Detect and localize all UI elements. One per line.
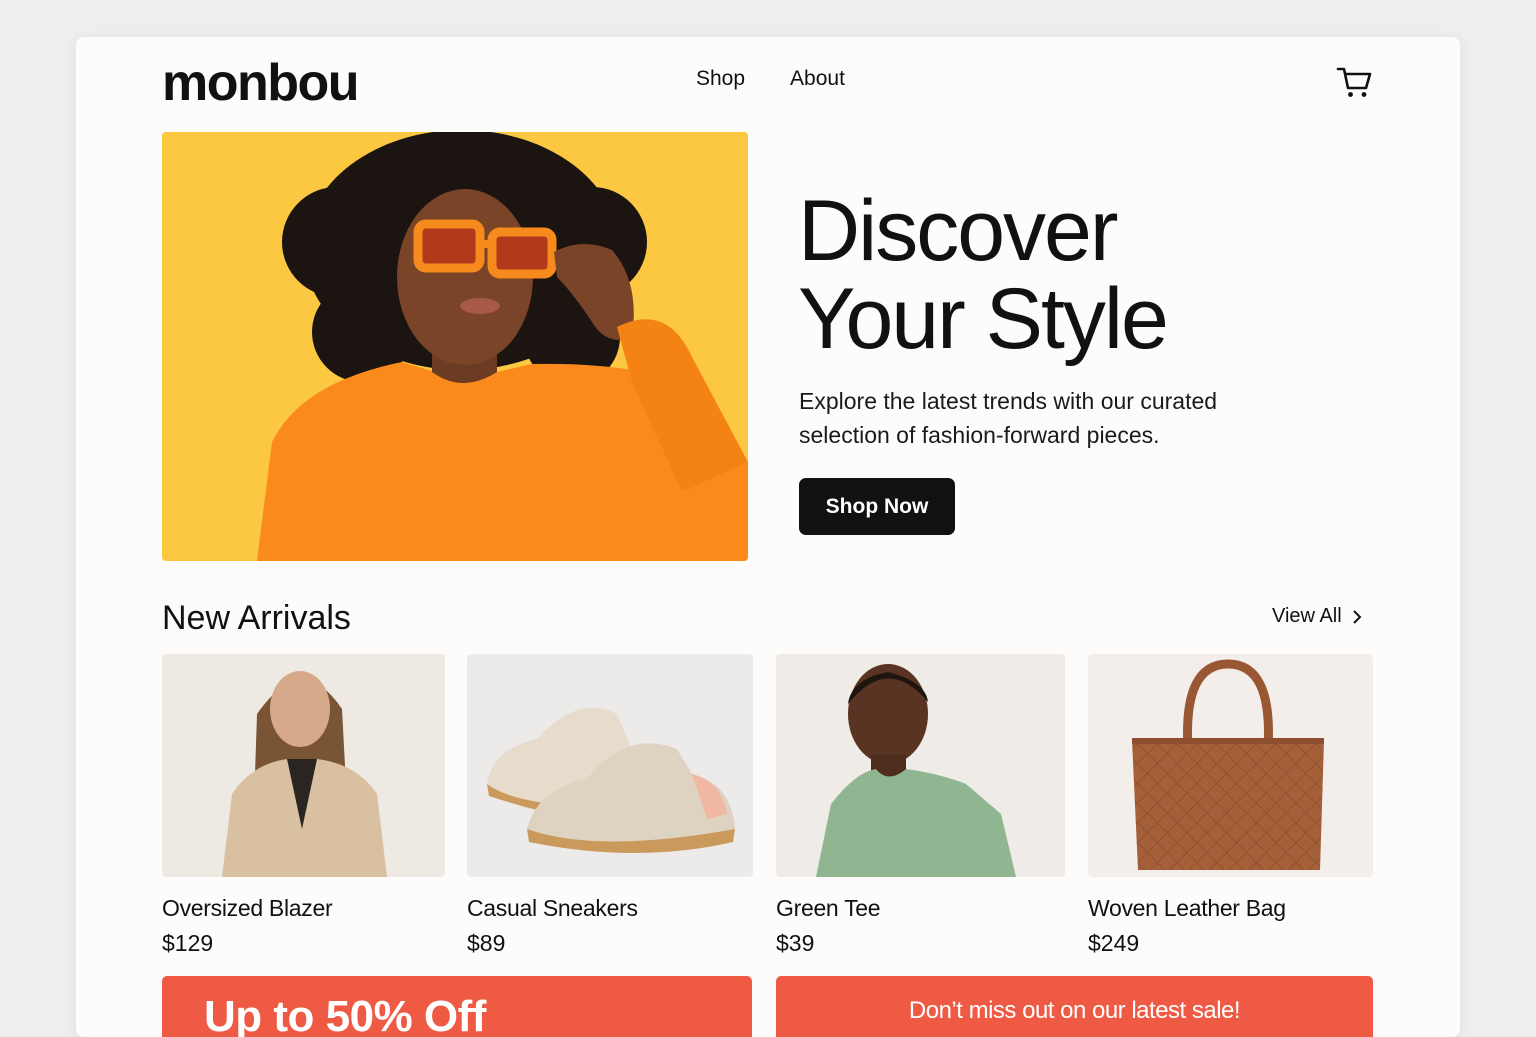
product-card-woven-leather-bag[interactable]: Woven Leather Bag $249 — [1088, 654, 1373, 957]
hero-title: Discover Your Style — [798, 187, 1398, 363]
product-price: $89 — [467, 930, 506, 956]
product-image-blazer[interactable] — [162, 654, 445, 877]
page-card: monbou Shop About Discover Your Style Ex… — [76, 37, 1460, 1037]
promo-sale-text: Don’t miss out on our latest sale! — [908, 997, 1241, 1024]
product-name[interactable]: Green Tee — [776, 895, 1065, 922]
promo-banner-sale[interactable]: Don’t miss out on our latest sale! — [776, 976, 1373, 1037]
product-price: $129 — [162, 930, 214, 956]
product-card-oversized-blazer[interactable]: Oversized Blazer $129 — [162, 654, 445, 957]
nav-about[interactable]: About — [790, 67, 845, 91]
product-card-casual-sneakers[interactable]: Casual Sneakers $89 — [467, 654, 753, 957]
product-card-green-tee[interactable]: Green Tee $39 — [776, 654, 1065, 957]
hero-title-line-1: Discover — [798, 183, 1119, 279]
hero-title-line-2: Your Style — [798, 271, 1169, 367]
product-price: $249 — [1088, 930, 1140, 956]
nav-shop[interactable]: Shop — [696, 67, 745, 91]
product-name[interactable]: Oversized Blazer — [162, 895, 445, 922]
view-all-label: View All — [1272, 605, 1342, 627]
view-all-link[interactable]: View All — [1272, 605, 1362, 628]
product-image-green-tee[interactable] — [776, 654, 1065, 877]
chevron-right-icon — [1352, 609, 1362, 625]
logo[interactable]: monbou — [162, 53, 360, 113]
new-arrivals-title: New Arrivals — [162, 599, 351, 637]
product-image-leather-bag[interactable] — [1088, 654, 1373, 877]
product-name[interactable]: Casual Sneakers — [467, 895, 753, 922]
main-nav: Shop About — [696, 67, 845, 91]
product-price: $39 — [776, 930, 815, 956]
hero-subtitle: Explore the latest trends with our curat… — [799, 388, 1218, 448]
promo-banner-discount[interactable]: Up to 50% Off — [162, 976, 752, 1037]
product-name[interactable]: Woven Leather Bag — [1088, 895, 1373, 922]
promo-discount-text: Up to 50% Off — [204, 992, 486, 1037]
hero-image — [162, 132, 748, 561]
cart-icon[interactable] — [1336, 65, 1372, 99]
product-image-sneakers[interactable] — [467, 654, 753, 877]
shop-now-button[interactable]: Shop Now — [799, 478, 955, 535]
